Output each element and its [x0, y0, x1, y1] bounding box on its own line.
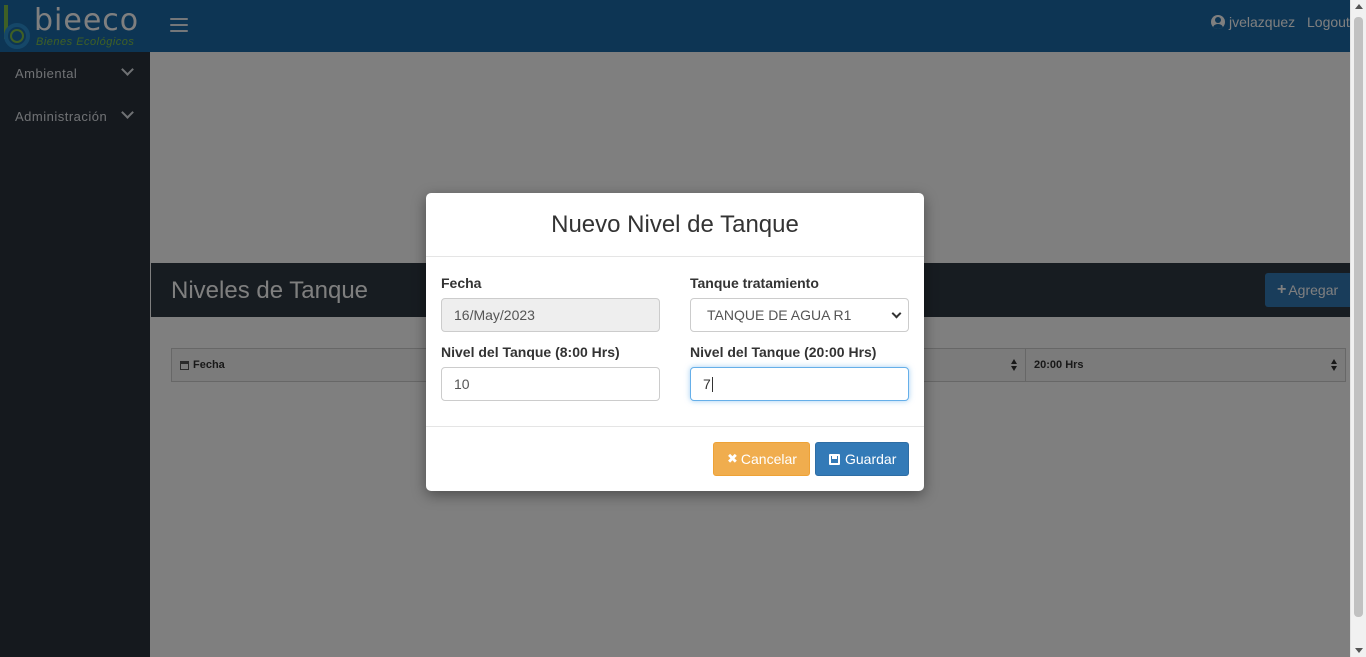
modal-title: Nuevo Nivel de Tanque: [426, 193, 924, 257]
nivel-8-input[interactable]: 10: [441, 367, 660, 401]
text-cursor: [711, 376, 713, 392]
close-icon: ✖: [727, 451, 738, 466]
tanque-label: Tanque tratamiento: [690, 275, 819, 291]
scroll-up-icon[interactable]: [1355, 4, 1363, 9]
vertical-scrollbar[interactable]: [1350, 0, 1366, 657]
nivel-20-input[interactable]: 7: [690, 367, 909, 401]
fecha-value: 16/May/2023: [454, 307, 535, 323]
floppy-disk-icon: [829, 453, 840, 465]
new-tank-level-modal: Nuevo Nivel de Tanque Fecha 16/May/2023 …: [426, 193, 924, 491]
scrollbar-thumb[interactable]: [1354, 17, 1363, 617]
cancel-button-label: Cancelar: [740, 451, 797, 467]
nivel-8-label: Nivel del Tanque (8:00 Hrs): [441, 344, 620, 360]
nivel-20-label: Nivel del Tanque (20:00 Hrs): [690, 344, 877, 360]
fecha-label: Fecha: [441, 275, 482, 291]
modal-footer-divider: [426, 426, 924, 427]
scroll-down-icon[interactable]: [1355, 648, 1363, 653]
save-button-label: Guardar: [845, 451, 897, 467]
fecha-field: 16/May/2023: [441, 298, 660, 332]
chevron-down-icon: [891, 308, 902, 319]
cancel-button[interactable]: ✖ Cancelar: [713, 442, 810, 476]
nivel-8-value: 10: [454, 376, 470, 392]
nivel-20-value: 7: [703, 376, 711, 392]
tanque-select[interactable]: TANQUE DE AGUA R1: [690, 298, 909, 332]
save-button[interactable]: Guardar: [815, 442, 909, 476]
tanque-selected-value: TANQUE DE AGUA R1: [707, 307, 852, 323]
